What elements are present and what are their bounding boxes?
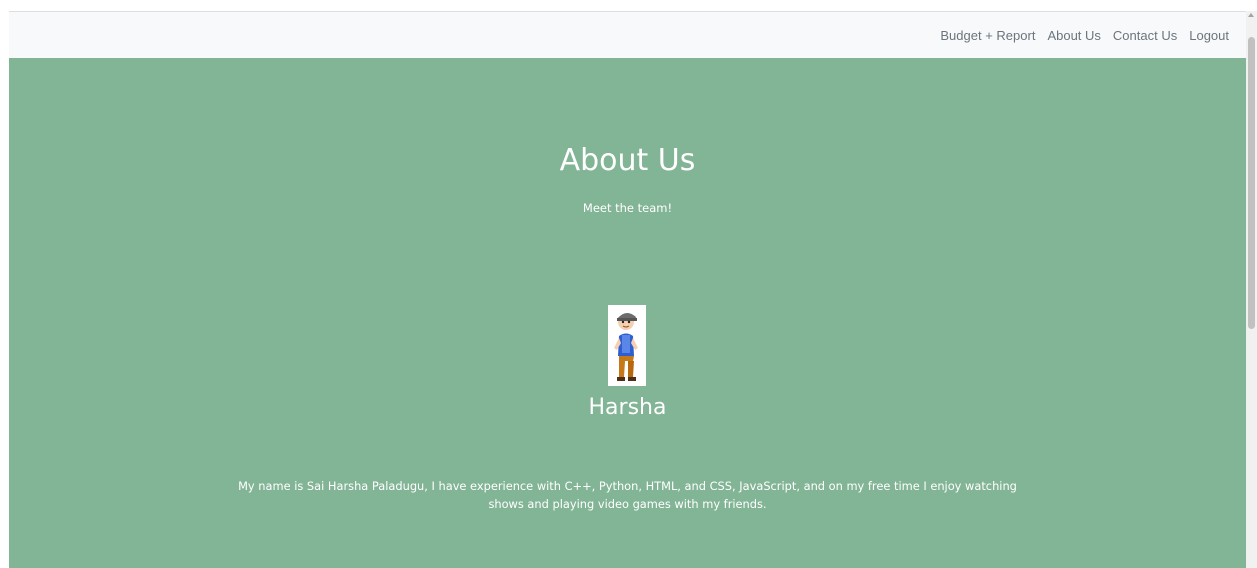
member-bio: My name is Sai Harsha Paladugu, I have e… bbox=[238, 479, 1017, 511]
page-subtitle: Meet the team! bbox=[582, 201, 673, 215]
nav-links: Budget + Report About Us Contact Us Logo… bbox=[940, 28, 1229, 43]
nav-link-about-us[interactable]: About Us bbox=[1047, 28, 1100, 43]
cartoon-boy-avatar-icon bbox=[608, 305, 646, 386]
top-navbar: Budget + Report About Us Contact Us Logo… bbox=[9, 12, 1246, 58]
about-hero: About Us Meet the team! Harsha My name i… bbox=[9, 58, 1246, 568]
scroll-up-arrow-icon[interactable] bbox=[1248, 13, 1254, 17]
nav-link-contact-us[interactable]: Contact Us bbox=[1113, 28, 1177, 43]
member-name: Harsha bbox=[588, 395, 667, 420]
nav-link-budget-report[interactable]: Budget + Report bbox=[940, 28, 1035, 43]
vertical-scrollbar[interactable] bbox=[1246, 11, 1257, 568]
avatar-illustration bbox=[608, 305, 646, 386]
nav-link-logout[interactable]: Logout bbox=[1189, 28, 1229, 43]
scroll-thumb[interactable] bbox=[1248, 37, 1255, 329]
page-title: About Us bbox=[559, 143, 696, 178]
page: Budget + Report About Us Contact Us Logo… bbox=[9, 11, 1246, 568]
